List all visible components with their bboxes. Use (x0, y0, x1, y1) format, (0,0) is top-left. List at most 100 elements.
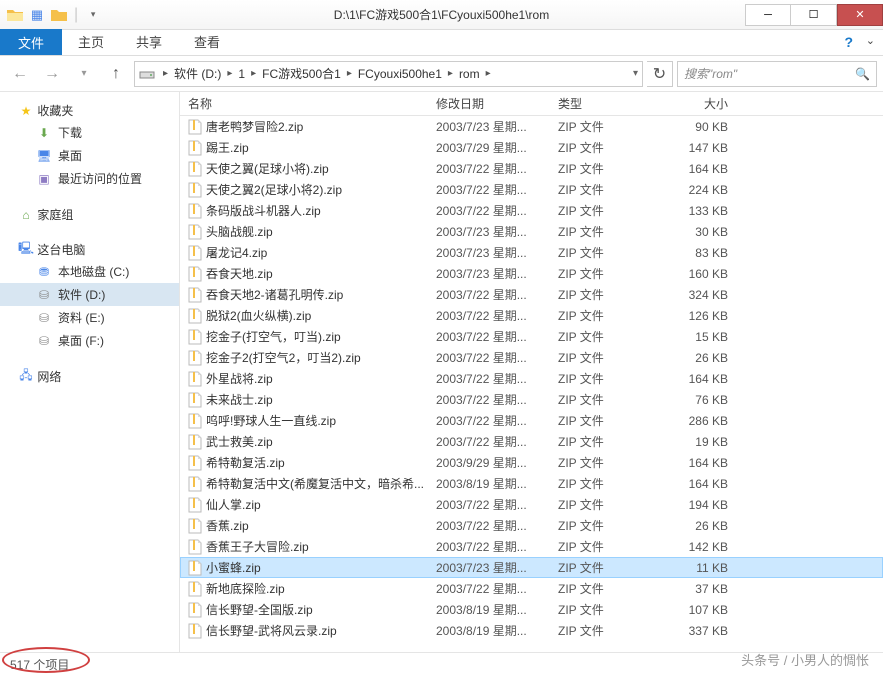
file-type: ZIP 文件 (558, 328, 658, 345)
file-row[interactable]: 吞食天地.zip2003/7/23 星期...ZIP 文件160 KB (180, 263, 883, 284)
minimize-button[interactable]: ─ (745, 4, 791, 26)
breadcrumb-item[interactable]: rom (457, 67, 482, 81)
chevron-right-icon[interactable]: ▸ (343, 68, 356, 79)
nav-recent-button[interactable]: ▾ (70, 60, 98, 88)
file-row[interactable]: 新地底探险.zip2003/7/22 星期...ZIP 文件37 KB (180, 578, 883, 599)
search-icon[interactable]: 🔍 (855, 67, 870, 81)
zip-file-icon (188, 560, 206, 576)
sidebar-label: 这台电脑 (37, 241, 85, 258)
file-row[interactable]: 吞食天地2-诸葛孔明传.zip2003/7/22 星期...ZIP 文件324 … (180, 284, 883, 305)
file-row[interactable]: 小蜜蜂.zip2003/7/23 星期...ZIP 文件11 KB (180, 557, 883, 578)
file-row[interactable]: 天使之翼(足球小将).zip2003/7/22 星期...ZIP 文件164 K… (180, 158, 883, 179)
zip-file-icon (188, 266, 206, 282)
qat-dropdown-icon[interactable]: ▾ (84, 6, 102, 24)
breadcrumb-item[interactable]: 1 (236, 67, 247, 81)
file-row[interactable]: 头脑战舰.zip2003/7/23 星期...ZIP 文件30 KB (180, 221, 883, 242)
file-type: ZIP 文件 (558, 286, 658, 303)
file-row[interactable]: 唐老鸭梦冒险2.zip2003/7/23 星期...ZIP 文件90 KB (180, 116, 883, 137)
file-size: 133 KB (658, 204, 758, 218)
nav-forward-button[interactable]: → (38, 60, 66, 88)
file-row[interactable]: 挖金子(打空气，叮当).zip2003/7/22 星期...ZIP 文件15 K… (180, 326, 883, 347)
file-type: ZIP 文件 (558, 370, 658, 387)
zip-file-icon (188, 392, 206, 408)
chevron-right-icon[interactable]: ▸ (482, 68, 495, 79)
file-row[interactable]: 信长野望-全国版.zip2003/8/19 星期...ZIP 文件107 KB (180, 599, 883, 620)
file-row[interactable]: 踢王.zip2003/7/29 星期...ZIP 文件147 KB (180, 137, 883, 158)
file-list[interactable]: 唐老鸭梦冒险2.zip2003/7/23 星期...ZIP 文件90 KB踢王.… (180, 116, 883, 652)
sidebar-item-recent[interactable]: ▣ 最近访问的位置 (0, 167, 179, 190)
ribbon-file-tab[interactable]: 文件 (0, 29, 62, 55)
breadcrumb[interactable]: ▸ 软件 (D:) ▸ 1 ▸ FC游戏500合1 ▸ FCyouxi500he… (134, 61, 643, 87)
file-row[interactable]: 未来战士.zip2003/7/22 星期...ZIP 文件76 KB (180, 389, 883, 410)
sidebar-network[interactable]: 🖧 网络 (0, 366, 179, 387)
file-row[interactable]: 条码版战斗机器人.zip2003/7/22 星期...ZIP 文件133 KB (180, 200, 883, 221)
file-row[interactable]: 脱狱2(血火纵横).zip2003/7/22 星期...ZIP 文件126 KB (180, 305, 883, 326)
chevron-right-icon[interactable]: ▸ (223, 68, 236, 79)
file-size: 107 KB (658, 603, 758, 617)
file-row[interactable]: 希特勒复活.zip2003/9/29 星期...ZIP 文件164 KB (180, 452, 883, 473)
file-name: 吞食天地.zip (206, 265, 436, 282)
file-size: 286 KB (658, 414, 758, 428)
breadcrumb-item[interactable]: FCyouxi500he1 (356, 67, 444, 81)
sidebar-item-downloads[interactable]: ⬇ 下载 (0, 121, 179, 144)
ribbon-tab-share[interactable]: 共享 (120, 28, 178, 55)
file-row[interactable]: 天使之翼2(足球小将2).zip2003/7/22 星期...ZIP 文件224… (180, 179, 883, 200)
zip-file-icon (188, 287, 206, 303)
file-row[interactable]: 挖金子2(打空气2，叮当2).zip2003/7/22 星期...ZIP 文件2… (180, 347, 883, 368)
sidebar-item-drive-e[interactable]: ⛁ 资料 (E:) (0, 306, 179, 329)
zip-file-icon (188, 119, 206, 135)
file-type: ZIP 文件 (558, 601, 658, 618)
file-row[interactable]: 信长野望-武将风云录.zip2003/8/19 星期...ZIP 文件337 K… (180, 620, 883, 641)
file-date: 2003/7/22 星期... (436, 412, 558, 429)
sidebar-item-drive-f[interactable]: ⛁ 桌面 (F:) (0, 329, 179, 352)
search-input[interactable]: 搜索"rom" 🔍 (677, 61, 877, 87)
file-row[interactable]: 外星战将.zip2003/7/22 星期...ZIP 文件164 KB (180, 368, 883, 389)
search-placeholder: 搜索"rom" (684, 65, 737, 82)
ribbon-tab-view[interactable]: 查看 (178, 28, 236, 55)
sidebar-item-desktop[interactable]: 🖥 桌面 (0, 144, 179, 167)
column-date[interactable]: 修改日期 (436, 95, 558, 112)
file-row[interactable]: 香蕉.zip2003/7/22 星期...ZIP 文件26 KB (180, 515, 883, 536)
ribbon-expand-icon[interactable]: ⌄ (866, 34, 875, 47)
column-name[interactable]: 名称 (188, 95, 436, 112)
sidebar-item-drive-c[interactable]: ⛃ 本地磁盘 (C:) (0, 260, 179, 283)
maximize-button[interactable]: ☐ (791, 4, 837, 26)
file-row[interactable]: 屠龙记4.zip2003/7/23 星期...ZIP 文件83 KB (180, 242, 883, 263)
ribbon-tab-home[interactable]: 主页 (62, 28, 120, 55)
help-icon[interactable]: ? (844, 34, 853, 50)
breadcrumb-item[interactable]: FC游戏500合1 (260, 65, 343, 82)
column-size[interactable]: 大小 (658, 95, 758, 112)
chevron-right-icon[interactable]: ▸ (159, 68, 172, 79)
file-row[interactable]: 呜呼!野球人生一直线.zip2003/7/22 星期...ZIP 文件286 K… (180, 410, 883, 431)
file-row[interactable]: 武士救美.zip2003/7/22 星期...ZIP 文件19 KB (180, 431, 883, 452)
column-type[interactable]: 类型 (558, 95, 658, 112)
file-size: 164 KB (658, 372, 758, 386)
file-type: ZIP 文件 (558, 433, 658, 450)
open-icon[interactable] (50, 6, 68, 24)
sidebar-item-label: 资料 (E:) (58, 309, 105, 326)
chevron-right-icon[interactable]: ▸ (247, 68, 260, 79)
properties-icon[interactable]: ▦ (28, 6, 46, 24)
nav-up-button[interactable]: ↑ (102, 60, 130, 88)
file-row[interactable]: 希特勒复活中文(希魔复活中文，暗杀希...2003/8/19 星期...ZIP … (180, 473, 883, 494)
file-type: ZIP 文件 (558, 580, 658, 597)
close-button[interactable]: ✕ (837, 4, 883, 26)
sidebar-computer[interactable]: 🖳 这台电脑 (0, 239, 179, 260)
file-date: 2003/7/22 星期... (436, 202, 558, 219)
ribbon: 文件 主页 共享 查看 ⌄ ? (0, 30, 883, 56)
sidebar-item-drive-d[interactable]: ⛁ 软件 (D:) (0, 283, 179, 306)
file-row[interactable]: 仙人掌.zip2003/7/22 星期...ZIP 文件194 KB (180, 494, 883, 515)
refresh-button[interactable]: ↻ (647, 61, 673, 87)
breadcrumb-dropdown-icon[interactable]: ▾ (633, 68, 638, 79)
chevron-right-icon[interactable]: ▸ (444, 68, 457, 79)
nav-back-button[interactable]: ← (6, 60, 34, 88)
file-row[interactable]: 香蕉王子大冒险.zip2003/7/22 星期...ZIP 文件142 KB (180, 536, 883, 557)
breadcrumb-item[interactable]: 软件 (D:) (172, 65, 223, 82)
drive-icon: ⛁ (36, 333, 52, 349)
sidebar-item-label: 最近访问的位置 (58, 170, 142, 187)
drive-icon: ⛃ (36, 264, 52, 280)
sidebar-homegroup[interactable]: ⌂ 家庭组 (0, 204, 179, 225)
zip-file-icon (188, 140, 206, 156)
file-name: 香蕉王子大冒险.zip (206, 538, 436, 555)
sidebar-favorites[interactable]: ★ 收藏夹 (0, 100, 179, 121)
